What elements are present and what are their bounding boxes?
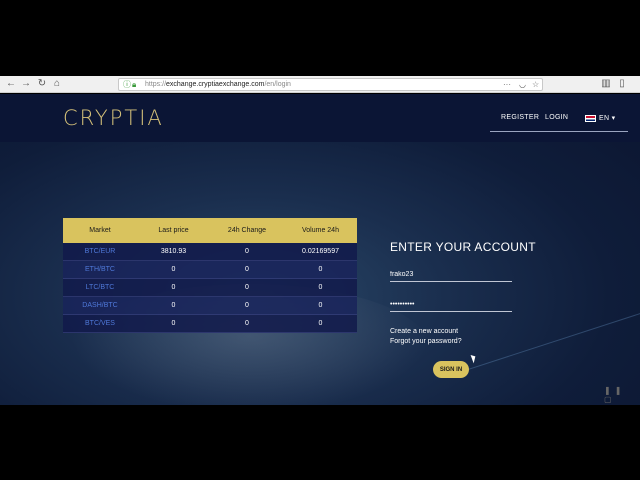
library-icon[interactable]: ▥: [600, 78, 612, 90]
table-row[interactable]: ETH/BTC 0 0 0: [63, 261, 357, 279]
site-logo[interactable]: CRYPTIA: [63, 106, 164, 130]
register-link[interactable]: REGISTER: [501, 114, 539, 121]
url-text: https://exchange.cryptiaexchange.com/en/…: [145, 81, 291, 88]
market-pair-link[interactable]: DASH/BTC: [63, 302, 137, 309]
last-price-cell: 0: [171, 320, 176, 327]
change-cell: 0: [245, 320, 249, 327]
uk-flag-icon[interactable]: [585, 115, 596, 122]
change-cell: 0: [245, 284, 249, 291]
address-bar[interactable]: ⓘ 🔒︎ https://exchange.cryptiaexchange.co…: [118, 78, 543, 91]
login-title: ENTER YOUR ACCOUNT: [390, 240, 536, 254]
login-link[interactable]: LOGIN: [545, 114, 568, 121]
more-actions-icon[interactable]: ···: [503, 79, 511, 90]
sign-in-button[interactable]: SIGN IN: [433, 361, 469, 378]
column-header-market: Market: [89, 227, 111, 234]
volume-cell: 0: [318, 266, 323, 273]
background-glow-line: [444, 311, 640, 378]
market-table-header: Market Last price 24h Change Volume 24h: [63, 218, 357, 243]
table-row[interactable]: LTC/BTC 0 0 0: [63, 279, 357, 297]
column-header-last-price: Last price: [158, 227, 189, 234]
change-cell: 0: [245, 266, 249, 273]
video-letterbox-top: [0, 0, 640, 76]
market-pair-link[interactable]: BTC/VES: [63, 320, 137, 327]
last-price-cell: 0: [171, 266, 176, 273]
last-price-cell: 3810.93: [160, 248, 187, 255]
volume-cell: 0: [318, 302, 323, 309]
sidebar-icon[interactable]: ▯: [616, 78, 628, 90]
language-selector[interactable]: EN ▾: [599, 114, 615, 122]
site-header: CRYPTIA REGISTER LOGIN EN ▾: [0, 94, 640, 142]
last-price-cell: 0: [171, 284, 176, 291]
video-controls-icon[interactable]: ❚❚ ▢: [604, 386, 640, 404]
market-pair-link[interactable]: LTC/BTC: [63, 284, 137, 291]
market-pair-link[interactable]: BTC/EUR: [63, 248, 137, 255]
market-pair-link[interactable]: ETH/BTC: [63, 266, 137, 273]
column-header-24h-change: 24h Change: [227, 227, 267, 234]
volume-cell: 0.02169597: [302, 248, 339, 255]
reload-icon[interactable]: ↻: [36, 78, 48, 90]
create-account-link[interactable]: Create a new account: [390, 328, 458, 335]
table-row[interactable]: DASH/BTC 0 0 0: [63, 297, 357, 315]
last-price-cell: 0: [171, 302, 176, 309]
change-cell: 0: [245, 248, 249, 255]
pocket-icon[interactable]: ◡: [519, 79, 526, 90]
forward-arrow-icon[interactable]: →: [20, 78, 32, 90]
table-row[interactable]: BTC/EUR 3810.93 0 0.02169597: [63, 243, 357, 261]
browser-toolbar: ← → ↻ ⌂ ⓘ 🔒︎ https://exchange.cryptiaexc…: [0, 76, 640, 93]
home-icon[interactable]: ⌂: [51, 78, 63, 90]
password-input[interactable]: [390, 298, 512, 312]
info-icon[interactable]: ⓘ: [123, 80, 131, 90]
website-viewport: CRYPTIA REGISTER LOGIN EN ▾ Market Last …: [0, 94, 640, 405]
nav-underline: [490, 131, 628, 132]
column-header-volume: Volume 24h: [302, 227, 339, 234]
video-letterbox-bottom: [0, 405, 640, 480]
change-cell: 0: [245, 302, 249, 309]
lock-icon[interactable]: 🔒︎: [132, 80, 136, 90]
username-input[interactable]: [390, 268, 512, 282]
back-arrow-icon[interactable]: ←: [5, 78, 17, 90]
bookmark-star-icon[interactable]: ☆: [532, 79, 539, 90]
table-row[interactable]: BTC/VES 0 0 0: [63, 315, 357, 333]
forgot-password-link[interactable]: Forgot your password?: [390, 338, 462, 345]
volume-cell: 0: [318, 284, 323, 291]
market-table-body: BTC/EUR 3810.93 0 0.02169597 ETH/BTC 0 0…: [63, 243, 357, 333]
market-table: Market Last price 24h Change Volume 24h …: [63, 218, 357, 333]
volume-cell: 0: [318, 320, 323, 327]
mouse-cursor-icon: [470, 353, 478, 364]
